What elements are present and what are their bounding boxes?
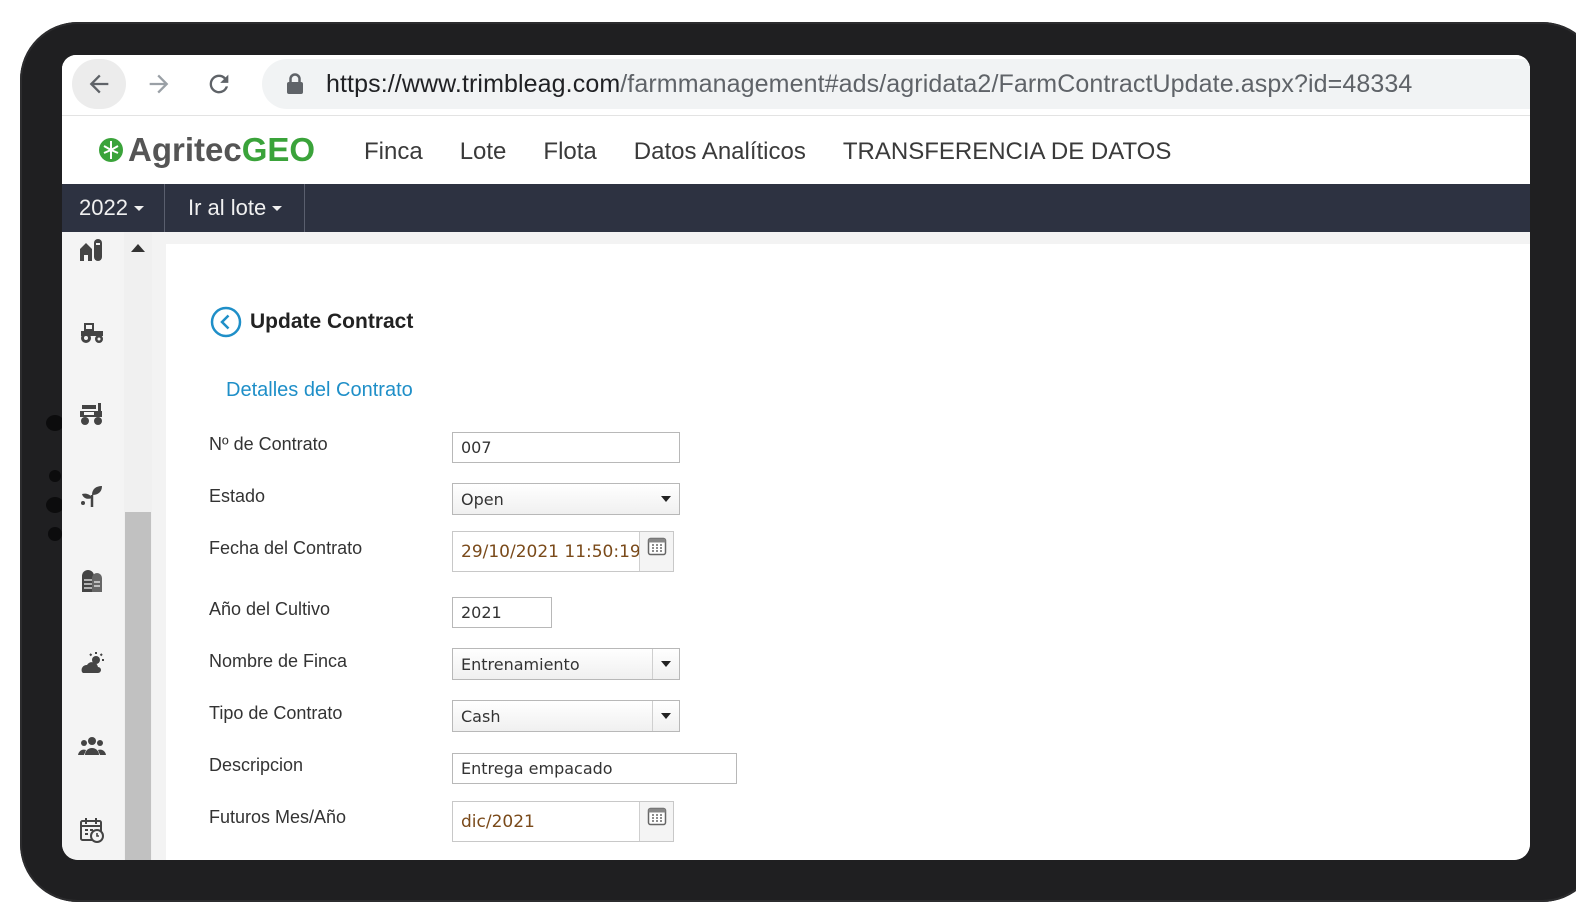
- label-futures: Futuros Mes/Año: [209, 807, 347, 827]
- label-contract-number: Nº de Contrato: [209, 434, 328, 454]
- back-button[interactable]: [72, 59, 126, 109]
- tractor-icon[interactable]: [76, 318, 108, 346]
- farm-icon[interactable]: [76, 236, 108, 264]
- label-farm-name: Nombre de Finca: [209, 651, 348, 671]
- label-contract-date: Fecha del Contrato: [209, 538, 363, 558]
- reload-button[interactable]: [192, 59, 246, 109]
- nav-finca[interactable]: Finca: [364, 138, 423, 166]
- farm-name-select[interactable]: Entrenamiento: [452, 648, 680, 680]
- go-to-lot-dropdown[interactable]: Ir al lote: [166, 184, 305, 232]
- weather-icon[interactable]: [76, 650, 108, 678]
- sidebar: [62, 232, 124, 860]
- dropdown-arrow-icon[interactable]: [652, 649, 679, 679]
- label-status: Estado: [209, 486, 266, 506]
- dropdown-arrow-icon[interactable]: [652, 701, 679, 731]
- back-circle-icon[interactable]: [210, 306, 242, 338]
- people-icon[interactable]: [76, 732, 108, 760]
- contract-date-value: 29/10/2021 11:50:19: [461, 541, 641, 562]
- crop-icon[interactable]: [76, 482, 108, 510]
- nav-flota[interactable]: Flota: [543, 138, 596, 166]
- content-top-strip: [166, 232, 1530, 244]
- description-value: Entrega empacado: [461, 759, 613, 778]
- nav-transferencia-de-datos[interactable]: TRANSFERENCIA DE DATOS: [843, 138, 1172, 166]
- screen: https://www.trimbleag.com/farmmanagement…: [62, 55, 1530, 860]
- calendar-picker-icon[interactable]: [639, 532, 673, 571]
- logo-accent: GEO: [241, 131, 316, 168]
- dropdown-arrow-icon[interactable]: [653, 484, 679, 514]
- address-bar[interactable]: https://www.trimbleag.com/farmmanagement…: [262, 59, 1530, 109]
- futures-input[interactable]: dic/2021: [452, 801, 674, 842]
- go-to-lot-label: Ir al lote: [188, 195, 267, 220]
- scrollbar-thumb[interactable]: [125, 512, 151, 860]
- app-header: Agritec GEO Finca Lote Flota Datos Analít…: [62, 116, 1530, 184]
- farm-name-value: Entrenamiento: [461, 654, 580, 674]
- label-contract-type: Tipo de Contrato: [209, 703, 343, 723]
- reload-icon: [209, 74, 229, 94]
- context-toolbar: 2022 Ir al lote: [62, 184, 1530, 232]
- nav-lote[interactable]: Lote: [460, 138, 507, 166]
- contract-number-input[interactable]: 007: [452, 432, 680, 463]
- url-domain: https://www.trimbleag.com: [326, 69, 621, 98]
- agritecgeo-logo[interactable]: Agritec GEO: [98, 130, 315, 170]
- lock-icon: [284, 72, 306, 96]
- contract-type-value: Cash: [461, 706, 501, 726]
- page-header: Update Contract: [210, 306, 413, 338]
- logo-text: Agritec: [128, 131, 242, 168]
- futures-value: dic/2021: [461, 811, 535, 832]
- calendar-icon[interactable]: [76, 816, 108, 844]
- scroll-up-arrow-icon[interactable]: [131, 244, 145, 252]
- crop-year-input[interactable]: 2021: [452, 597, 552, 628]
- sidebar-scrollbar[interactable]: [124, 232, 152, 860]
- url-text: https://www.trimbleag.com/farmmanagement…: [326, 70, 1412, 99]
- section-contract-details[interactable]: Detalles del Contrato: [226, 379, 413, 402]
- main-content: Update Contract Detalles del Contrato Nº…: [166, 244, 1530, 860]
- arrow-right-icon: [149, 74, 169, 94]
- page-title: Update Contract: [250, 310, 414, 333]
- forward-button[interactable]: [132, 59, 186, 109]
- browser-toolbar: https://www.trimbleag.com/farmmanagement…: [62, 55, 1530, 116]
- description-input[interactable]: Entrega empacado: [452, 753, 737, 784]
- status-select[interactable]: Open: [452, 483, 680, 515]
- storage-icon[interactable]: [76, 566, 108, 594]
- contract-number-value: 007: [461, 438, 492, 457]
- caret-down-icon: [133, 205, 144, 211]
- year-label: 2022: [79, 195, 128, 220]
- crop-year-value: 2021: [461, 603, 502, 622]
- contract-type-select[interactable]: Cash: [452, 700, 680, 732]
- machinery-icon[interactable]: [76, 400, 108, 428]
- logo-leaf-icon: [99, 138, 123, 162]
- label-crop-year: Año del Cultivo: [209, 599, 331, 619]
- contract-date-input[interactable]: 29/10/2021 11:50:19: [452, 531, 674, 572]
- content-gutter: [152, 232, 166, 860]
- calendar-picker-icon[interactable]: [639, 802, 673, 841]
- url-path: /farmmanagement#ads/agridata2/FarmContra…: [620, 69, 1413, 98]
- label-description: Descripcion: [209, 755, 304, 775]
- year-dropdown[interactable]: 2022: [62, 184, 165, 232]
- arrow-left-icon: [89, 74, 109, 94]
- main-nav: Finca Lote Flota Datos Analíticos TRANSF…: [364, 138, 1208, 166]
- nav-datos-analiticos[interactable]: Datos Analíticos: [634, 138, 806, 166]
- status-value: Open: [461, 489, 504, 509]
- caret-down-icon: [272, 205, 283, 211]
